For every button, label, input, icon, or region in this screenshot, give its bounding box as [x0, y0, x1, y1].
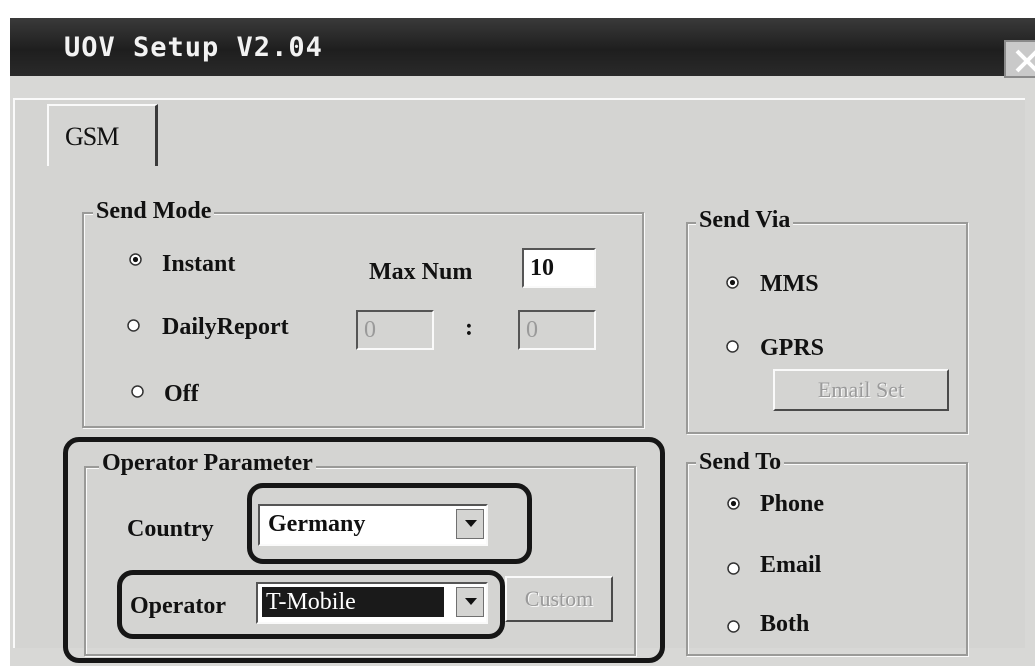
both-radio[interactable]	[727, 620, 740, 633]
operator-parameter-group	[84, 466, 636, 656]
chevron-down-icon	[465, 598, 477, 605]
instant-label: Instant	[162, 251, 236, 277]
email-radio[interactable]	[727, 562, 740, 575]
close-icon	[1015, 49, 1035, 73]
chevron-down-icon	[465, 520, 477, 527]
operator-label: Operator	[130, 593, 226, 619]
instant-radio[interactable]	[129, 253, 142, 266]
email-set-button[interactable]: Email Set	[773, 369, 949, 411]
mms-label: MMS	[760, 271, 819, 297]
daily-report-radio[interactable]	[127, 319, 140, 332]
both-label: Both	[760, 611, 810, 637]
send-mode-legend: Send Mode	[93, 197, 215, 225]
gprs-radio[interactable]	[726, 340, 739, 353]
max-num-label: Max Num	[369, 259, 473, 285]
operator-select[interactable]: T-Mobile	[256, 582, 488, 624]
custom-button[interactable]: Custom	[505, 576, 613, 622]
daily-report-label: DailyReport	[162, 314, 289, 340]
max-num-input[interactable]: 10	[522, 248, 596, 288]
operator-value: T-Mobile	[262, 587, 444, 617]
tab-gsm[interactable]: GSM	[47, 104, 158, 166]
gprs-label: GPRS	[760, 335, 825, 361]
operator-parameter-legend: Operator Parameter	[99, 449, 316, 477]
mms-radio[interactable]	[726, 276, 739, 289]
tab-gsm-label: GSM	[65, 122, 119, 151]
country-dropdown-button[interactable]	[456, 509, 484, 539]
close-button[interactable]	[1004, 40, 1035, 78]
daily-time-separator: :	[465, 315, 473, 341]
phone-radio[interactable]	[727, 497, 740, 510]
country-label: Country	[127, 516, 214, 542]
send-to-legend: Send To	[696, 448, 785, 476]
window-title: UOV Setup V2.04	[64, 32, 323, 63]
country-value: Germany	[268, 511, 366, 537]
daily-minute-input[interactable]: 0	[518, 310, 596, 350]
off-label: Off	[164, 381, 199, 407]
send-via-legend: Send Via	[696, 206, 794, 234]
off-radio[interactable]	[131, 385, 144, 398]
email-label: Email	[760, 552, 822, 578]
daily-hour-input[interactable]: 0	[356, 310, 434, 350]
country-select[interactable]: Germany	[258, 504, 488, 546]
title-bar[interactable]: UOV Setup V2.04	[10, 18, 1035, 78]
phone-label: Phone	[760, 491, 825, 517]
operator-dropdown-button[interactable]	[456, 587, 484, 617]
